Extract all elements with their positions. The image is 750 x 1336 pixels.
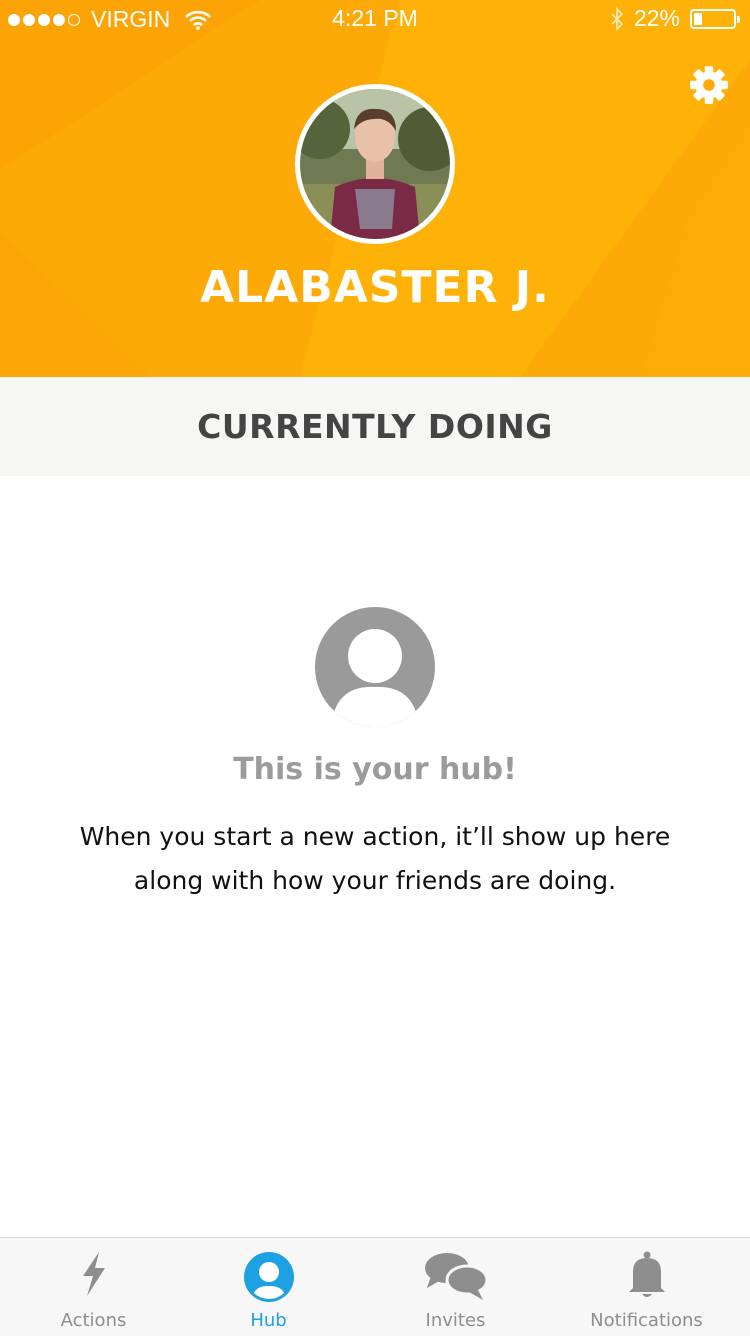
- status-bar: VIRGIN 4:21 PM 22%: [0, 0, 750, 40]
- user-icon: [243, 1252, 294, 1302]
- gear-icon[interactable]: [688, 64, 730, 106]
- tab-invites[interactable]: Invites: [362, 1238, 549, 1336]
- user-placeholder-icon: [315, 607, 435, 727]
- avatar-photo: [300, 89, 450, 239]
- bluetooth-icon: [611, 6, 624, 31]
- battery-percent: 22%: [633, 5, 680, 31]
- profile-name: ALABASTER J.: [200, 262, 550, 313]
- tab-notifications[interactable]: Notifications: [553, 1238, 740, 1336]
- tab-label: Notifications: [590, 1310, 703, 1331]
- chat-bubbles-icon: [424, 1253, 488, 1300]
- tab-label: Invites: [425, 1310, 486, 1331]
- empty-state-description: When you start a new action, it’ll show …: [79, 822, 671, 895]
- profile-avatar[interactable]: [295, 84, 455, 244]
- battery-icon: [690, 8, 740, 29]
- profile-header: VIRGIN 4:21 PM 22% ALABASTER J.: [0, 0, 750, 377]
- section-title: CURRENTLY DOING: [0, 377, 750, 476]
- tab-bar: Actions Hub Invites Notifications: [0, 1237, 750, 1336]
- bell-icon: [628, 1251, 665, 1297]
- tab-label: Actions: [60, 1310, 127, 1331]
- tab-hub[interactable]: Hub: [175, 1238, 362, 1336]
- tab-actions[interactable]: Actions: [0, 1238, 187, 1336]
- tab-label: Hub: [250, 1310, 287, 1331]
- lightning-icon: [82, 1252, 105, 1296]
- empty-state-title: This is your hub!: [233, 752, 517, 787]
